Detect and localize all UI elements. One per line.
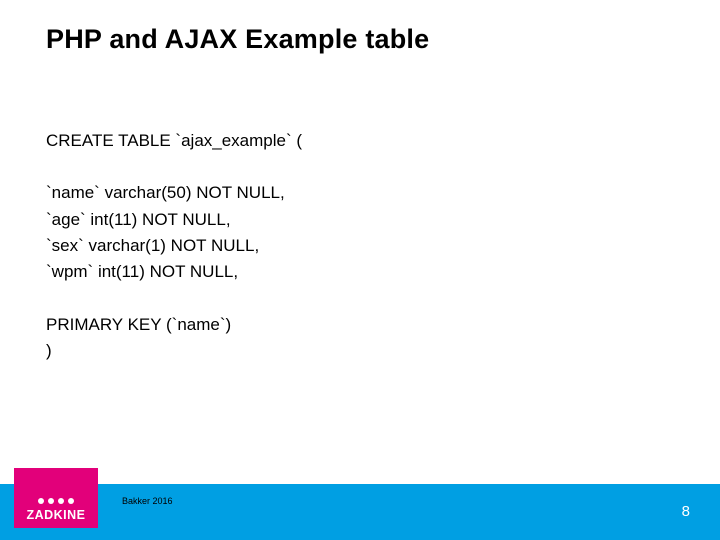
footer-bar [0,484,720,540]
slide: PHP and AJAX Example table CREATE TABLE … [0,0,720,540]
code-line: `wpm` int(11) NOT NULL, [46,259,302,285]
code-block: CREATE TABLE `ajax_example` ( `name` var… [46,128,302,364]
code-line: `name` varchar(50) NOT NULL, [46,180,302,206]
code-line: PRIMARY KEY (`name`) [46,312,302,338]
code-line: `sex` varchar(1) NOT NULL, [46,233,302,259]
page-number: 8 [682,503,690,520]
code-line: ) [46,338,302,364]
blank-line [46,154,302,180]
blank-line [46,286,302,312]
code-line: CREATE TABLE `ajax_example` ( [46,128,302,154]
footer-credit: Bakker 2016 [122,496,173,506]
slide-title: PHP and AJAX Example table [46,24,429,55]
zadkine-logo: ZADKINE [14,468,98,528]
code-line: `age` int(11) NOT NULL, [46,207,302,233]
logo-text: ZADKINE [26,508,85,522]
logo-dots-icon [38,498,74,504]
